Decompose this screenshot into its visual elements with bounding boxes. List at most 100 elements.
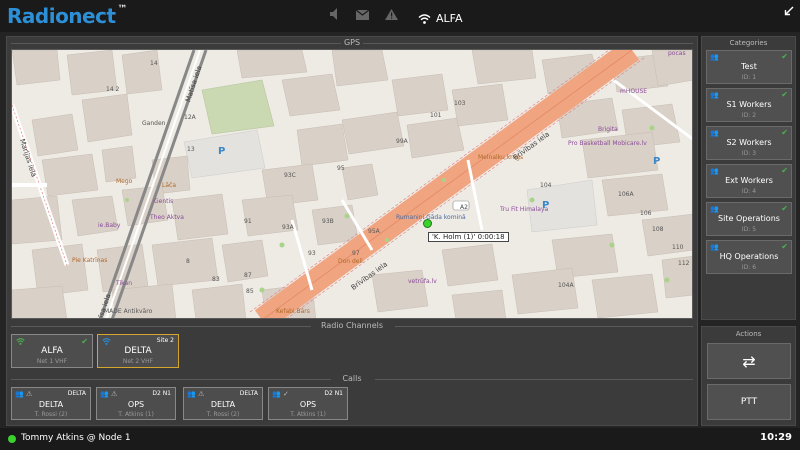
call-sub: T. Atkins (1) (290, 411, 326, 418)
category-id: ID: 4 (741, 188, 757, 195)
poi-label[interactable]: Brigita (598, 126, 618, 133)
house-number: 101 (430, 112, 442, 119)
call-item[interactable]: 👥 ⚠ DELTA DELTA T. Rossi (2) (183, 387, 263, 420)
poi-label[interactable]: Lāča (162, 182, 176, 189)
group-icon: 👥 (710, 91, 719, 99)
group-icon: 👥 (15, 390, 24, 398)
poi-label[interactable]: Mego (116, 178, 132, 185)
house-number: 13 (187, 146, 195, 153)
category-name: Site Operations (718, 214, 780, 223)
check-icon: ✔ (781, 204, 788, 213)
poi-label[interactable]: Pro Basketball Mobicare.lv (568, 140, 647, 147)
poi-label[interactable]: Ganden (142, 120, 165, 127)
user-location-marker[interactable] (423, 219, 432, 228)
check-icon: ✔ (781, 90, 788, 99)
app-logo: Radionect ™ (7, 4, 128, 28)
category-s2-workers[interactable]: 👥 ✔ S2 Workers ID: 3 (706, 126, 792, 160)
current-user: Tommy Atkins @ Node 1 (21, 433, 131, 443)
radio-channel-name: DELTA (124, 346, 152, 356)
poi-label[interactable]: mHOUSE (620, 88, 647, 95)
radio-channel-alfa[interactable]: ✔ ALFA Net 1 VHF (11, 334, 93, 368)
category-name: Ext Workers (725, 176, 773, 185)
poi-label[interactable]: Tru Fit Himalaya (500, 206, 548, 213)
house-number: 8 (186, 258, 190, 265)
speaker-muted-icon[interactable] (330, 8, 340, 24)
house-number: 12A (184, 114, 196, 121)
category-test[interactable]: 👥 ✔ Test ID: 1 (706, 50, 792, 84)
categories-panel: Categories 👥 ✔ Test ID: 1 👥 ✔ S1 Workers… (701, 36, 796, 320)
poi-label[interactable]: Don deli (338, 258, 363, 265)
house-number: 91 (244, 218, 252, 225)
house-number: 85 (246, 288, 254, 295)
category-name: S2 Workers (726, 138, 772, 147)
check-icon: ✔ (781, 242, 788, 251)
status-bar: Tommy Atkins @ Node 1 10:29 (0, 428, 800, 450)
warning-icon: ⚠ (197, 390, 205, 398)
marker-tooltip: 'K. Holm (1)' 0:00:18 (428, 232, 509, 242)
call-item[interactable]: 👥 ⚠ DELTA DELTA T. Rossi (2) (11, 387, 91, 420)
group-icon: 👥 (710, 129, 719, 137)
wifi-icon (418, 9, 431, 28)
poi-label[interactable]: Kefabi Bārs (276, 308, 310, 315)
group-icon: 👥 (710, 167, 719, 175)
category-hq-operations[interactable]: 👥 ✔ HQ Operations ID: 6 (706, 240, 792, 274)
main-panel: GPS A2 Brīvības iela Brīvības iela Matīs… (6, 36, 698, 426)
call-status-icons: 👥 ⚠ (100, 390, 117, 398)
house-number: 14 (150, 60, 158, 67)
category-id: ID: 1 (741, 74, 757, 81)
house-number: 83 (212, 276, 220, 283)
call-item[interactable]: 👥 ⚠ D2 N1 OPS T. Atkins (1) (96, 387, 176, 420)
house-number: 95A (368, 228, 380, 235)
group-icon: 👥 (710, 53, 719, 61)
house-number: 14 2 (106, 86, 120, 93)
call-sub: T. Rossi (2) (34, 411, 68, 418)
active-network-name: ALFA (436, 12, 463, 25)
category-site-operations[interactable]: 👥 ✔ Site Operations ID: 5 (706, 202, 792, 236)
swap-button[interactable]: ⇄ (707, 343, 791, 379)
call-tag: DELTA (239, 390, 258, 397)
poi-label[interactable]: vetrūfa.lv (408, 278, 437, 285)
poi-label[interactable]: Theo Aktva (150, 214, 184, 221)
message-icon[interactable] (355, 9, 370, 24)
poi-label[interactable]: MADE Antikvāro (104, 308, 152, 315)
poi-label[interactable]: Gentis (154, 198, 173, 205)
radio-channel-sub: Net 1 VHF (36, 358, 68, 365)
check-icon: ✔ (81, 337, 88, 346)
swap-arrows-icon: ⇄ (742, 351, 756, 371)
category-id: ID: 5 (741, 226, 757, 233)
poi-label[interactable]: Melnalku krogs (478, 154, 523, 161)
call-name: OPS (299, 400, 317, 409)
house-number: 104A (558, 282, 574, 289)
call-status-icons: 👥 ✓ (272, 390, 289, 398)
radio-channels-title: Radio Channels (320, 321, 384, 330)
check-icon: ✔ (781, 128, 788, 137)
active-network-indicator[interactable]: ALFA (418, 9, 463, 28)
house-number: 93C (284, 172, 296, 179)
collapse-arrow-icon[interactable] (784, 4, 794, 20)
poi-label[interactable]: Tikan (116, 280, 132, 287)
top-status-icons (330, 8, 398, 24)
house-number: 87 (244, 272, 252, 279)
poi-label[interactable]: ie.Baby (98, 222, 120, 229)
group-icon: 👥 (710, 205, 719, 213)
gps-map[interactable]: A2 Brīvības iela Brīvības iela Matīsa ie… (11, 49, 693, 319)
warning-icon: ⚠ (25, 390, 33, 398)
site-tag: Site 2 (156, 337, 174, 344)
gps-section-title: GPS (343, 38, 361, 47)
ptt-button[interactable]: PTT (707, 384, 791, 420)
poi-label[interactable]: pocas (668, 50, 686, 57)
call-name: DELTA (210, 400, 236, 409)
poi-label[interactable]: Pie Katrīnas (72, 257, 107, 264)
group-icon: 👥 (187, 390, 196, 398)
house-number: 104 (540, 182, 552, 189)
radio-channel-delta[interactable]: Site 2 DELTA Net 2 VHF (97, 334, 179, 368)
call-tag: DELTA (67, 390, 86, 397)
radio-channel-sub: Net 2 VHF (122, 358, 154, 365)
house-number: 106A (618, 191, 634, 198)
category-s1-workers[interactable]: 👥 ✔ S1 Workers ID: 2 (706, 88, 792, 122)
category-ext-workers[interactable]: 👥 ✔ Ext Workers ID: 4 (706, 164, 792, 198)
categories-title: Categories (729, 39, 768, 47)
warning-icon[interactable] (385, 8, 398, 24)
category-name: HQ Operations (719, 252, 779, 261)
call-item[interactable]: 👥 ✓ D2 N1 OPS T. Atkins (1) (268, 387, 348, 420)
